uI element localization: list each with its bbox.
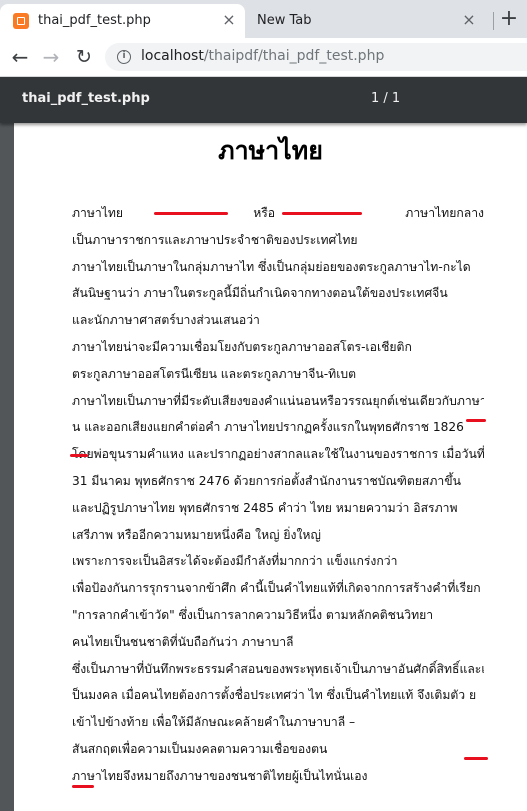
tab-thai-pdf-test[interactable]: thai_pdf_test.php × <box>0 4 245 38</box>
document-line-segment: ภาษาไทย <box>72 206 124 220</box>
document-line: ภาษาไทยเป็นภาษาที่มีระดับเสียงของคำแน่นอ… <box>72 393 484 408</box>
document-line: และปฏิรูปภาษาไทย พุทธศักราช 2485 คำว่า ไ… <box>72 500 458 515</box>
document-line: ซึ่งเป็นภาษาที่บันทึกพระธรรมคำสอนของพระพ… <box>72 661 484 676</box>
red-annotation-mark <box>72 785 94 788</box>
tab-separator <box>493 12 494 30</box>
red-annotation-mark <box>464 757 488 760</box>
red-annotation-mark <box>282 212 362 215</box>
page-indicator: 1 / 1 <box>371 91 401 106</box>
document-line: เพราะการจะเป็นอิสระได้จะต้องมีกำลังที่มา… <box>72 554 398 569</box>
document-line: ภาษาไทยน่าจะมีความเชื่อมโยงกับตระกูลภาษา… <box>72 340 412 354</box>
document-line: และนักภาษาศาสตร์บางส่วนเสนอว่า <box>72 313 260 328</box>
document-line: 31 มีนาคม พุทธศักราช 2476 ด้วยการก่อตั้ง… <box>72 474 461 488</box>
document-line: สันนิษฐานว่า ภาษาในตระกูลนี้มีถิ่นกำเนิด… <box>72 286 448 301</box>
document-line-segment: หรือ <box>253 206 276 220</box>
red-annotation-mark <box>466 419 486 422</box>
pdf-page: ภาษาไทย ภาษาไทย หรือ ภาษาไทยกลาง เป็นภาษารา… <box>14 123 527 811</box>
tab-new-tab[interactable]: New Tab × <box>245 4 493 38</box>
document-line: ป็นมงคล เมื่อคนไทยต้องการตั้งชื่อประเทศว… <box>72 688 477 703</box>
tab-title: New Tab <box>257 13 312 28</box>
pdf-title: thai_pdf_test.php <box>22 91 150 106</box>
document-heading: ภาษาไทย <box>218 136 323 165</box>
document-line: โดยพ่อขุนรามคำแหง และปรากฏอย่างสากลและใช… <box>72 447 484 462</box>
document-line: ภาษาไทย หรือ ภาษาไทยกลาง <box>72 203 484 225</box>
close-tab-icon[interactable]: × <box>219 10 239 30</box>
document-line: "การลากคำเข้าวัด" ซึ่งเป็นการลากความวิธี… <box>72 608 434 622</box>
address-bar[interactable]: i localhost/thaipdf/thai_pdf_test.php <box>105 43 527 71</box>
url-text[interactable]: localhost/thaipdf/thai_pdf_test.php <box>141 48 384 64</box>
forward-arrow-icon[interactable]: → <box>39 45 63 69</box>
document-line: เข้าไปข้างท้าย เพื่อให้มีลักษณะคล้ายคำใน… <box>72 715 356 730</box>
url-path: /thaipdf/thai_pdf_test.php <box>203 48 385 64</box>
red-annotation-mark <box>154 212 228 215</box>
back-arrow-icon[interactable]: ← <box>8 45 32 69</box>
browser-toolbar: ← → ↻ i localhost/thaipdf/thai_pdf_test.… <box>0 38 527 77</box>
document-line: เพื่อป้องกันการรุกรานจากข้าศึก คำนี้เป็น… <box>72 581 481 596</box>
document-line: สันสกฤตเพื่อความเป็นมงคลตามความเชื่อของต… <box>72 742 328 756</box>
red-annotation-mark <box>70 454 88 457</box>
document-line: ภาษาไทยเป็นภาษาในกลุ่มภาษาไท ซึ่งเป็นกลุ… <box>72 259 471 274</box>
document-line: เป็นภาษาราชการและภาษาประจำชาติของประเทศไ… <box>72 232 358 247</box>
document-line: ตระกูลภาษาออสโตรนีเซียน และตระกูลภาษาจีน… <box>72 366 357 381</box>
document-line-segment: ภาษาไทยกลาง <box>405 206 484 220</box>
document-line: เสรีภาพ หรืออีกความหมายหนึ่งคือ ใหญ่ ยิ่… <box>72 527 321 542</box>
document-line: น และออกเสียงแยกคำต่อคำ ภาษาไทยปรากฏครั้… <box>72 420 464 435</box>
tab-strip: thai_pdf_test.php × New Tab × + <box>0 0 527 38</box>
new-tab-button[interactable]: + <box>497 8 521 32</box>
url-host: localhost <box>141 48 204 64</box>
document-line: คนไทยเป็นชนชาติที่นับถือกันว่า ภาษาบาลี <box>72 634 294 649</box>
reload-icon[interactable]: ↻ <box>72 45 96 69</box>
info-icon[interactable]: i <box>117 50 131 64</box>
document-line: ภาษาไทยจึงหมายถึงภาษาของชนชาติไทยผู้เป็น… <box>72 768 368 783</box>
tab-title: thai_pdf_test.php <box>38 13 151 28</box>
close-tab-icon[interactable]: × <box>459 10 479 30</box>
xampp-favicon-icon <box>13 13 29 29</box>
pdf-viewer-toolbar: thai_pdf_test.php 1 / 1 <box>0 77 527 123</box>
